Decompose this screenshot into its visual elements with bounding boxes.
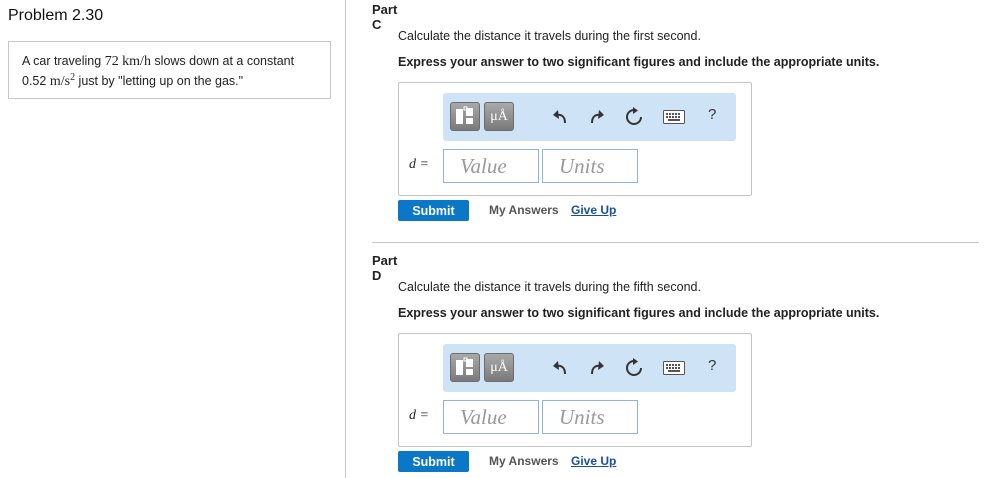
value-input[interactable] [443,400,539,434]
speed-unit: km/h [122,54,151,69]
reset-icon[interactable] [624,358,644,378]
problem-text: slows down at a constant [150,54,295,68]
submit-button[interactable]: Submit [398,200,469,221]
answer-box: μÅ ? d = Value Units [398,82,752,196]
variable-label: d = [409,157,429,172]
undo-icon[interactable] [551,359,569,377]
submit-button[interactable]: Submit [398,451,469,472]
speed-value: 72 [104,54,119,69]
templates-button[interactable] [450,102,480,131]
accel-value: 0.52 [22,74,47,89]
give-up-link[interactable]: Give Up [571,454,616,468]
help-icon[interactable]: ? [708,357,716,374]
problem-text: just by "letting up on the gas." [75,74,244,89]
part-instruction: Express your answer to two significant f… [398,306,880,320]
variable-label: d = [409,408,429,423]
my-answers-link[interactable]: My Answers [489,203,559,217]
problem-pane: Problem 2.30 A car traveling 72 km/h slo… [0,0,346,478]
templates-icon [456,106,473,124]
part-question: Calculate the distance it travels during… [398,280,701,294]
units-button[interactable]: μÅ [484,353,514,382]
units-button[interactable]: μÅ [484,102,514,131]
problem-title: Problem 2.30 [8,7,104,24]
units-icon: μÅ [490,108,508,124]
reset-icon[interactable] [624,107,644,127]
part-divider [372,242,979,243]
value-input[interactable] [443,149,539,183]
my-answers-link[interactable]: My Answers [489,454,559,468]
problem-statement: A car traveling 72 km/h slows down at a … [8,41,331,99]
redo-icon[interactable] [588,108,606,126]
give-up-link[interactable]: Give Up [571,203,616,217]
units-icon: μÅ [490,359,508,375]
templates-icon [456,357,473,375]
keyboard-icon[interactable] [663,361,685,375]
answer-box: μÅ ? d = Value Units [398,333,752,447]
templates-button[interactable] [450,353,480,382]
part-instruction: Express your answer to two significant f… [398,55,880,69]
keyboard-icon[interactable] [663,110,685,124]
undo-icon[interactable] [551,108,569,126]
math-toolbar: μÅ ? [443,93,736,141]
math-toolbar: μÅ ? [443,344,736,392]
part-question: Calculate the distance it travels during… [398,29,701,43]
redo-icon[interactable] [588,359,606,377]
problem-text: A car traveling [22,54,105,68]
help-icon[interactable]: ? [708,106,716,123]
part-title: Part D [372,253,398,283]
units-input[interactable] [542,149,638,183]
units-input[interactable] [542,400,638,434]
part-title: Part C [372,2,398,32]
accel-unit: m/s [49,74,71,90]
